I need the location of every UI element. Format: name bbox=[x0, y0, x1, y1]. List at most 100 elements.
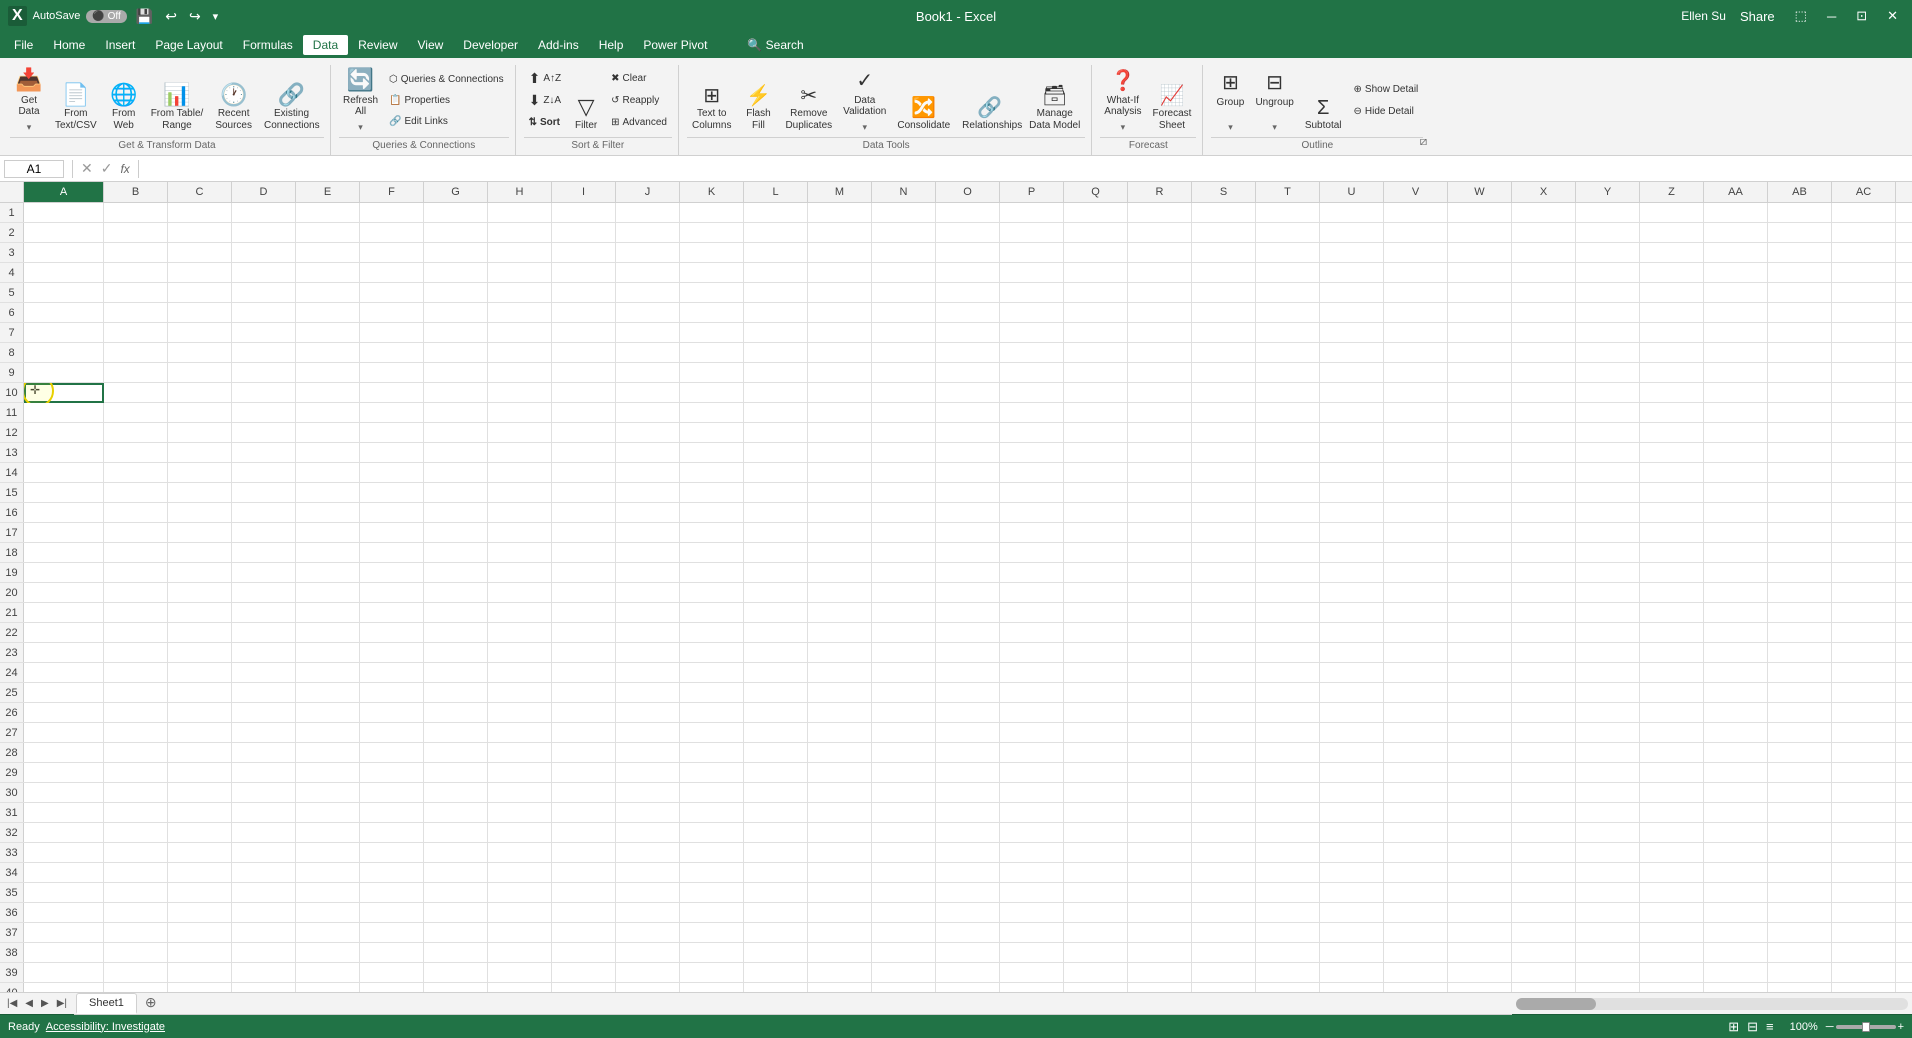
save-btn[interactable]: 💾 bbox=[133, 6, 156, 27]
cell-D5[interactable] bbox=[232, 283, 296, 303]
cell-P30[interactable] bbox=[1000, 783, 1064, 803]
cell-N37[interactable] bbox=[872, 923, 936, 943]
cell-R19[interactable] bbox=[1128, 563, 1192, 583]
cell-N17[interactable] bbox=[872, 523, 936, 543]
cell-Y39[interactable] bbox=[1576, 963, 1640, 983]
cell-J17[interactable] bbox=[616, 523, 680, 543]
cell-T15[interactable] bbox=[1256, 483, 1320, 503]
cell-A35[interactable] bbox=[24, 883, 104, 903]
cell-V16[interactable] bbox=[1384, 503, 1448, 523]
cell-M39[interactable] bbox=[808, 963, 872, 983]
cell-S14[interactable] bbox=[1192, 463, 1256, 483]
cell-AC26[interactable] bbox=[1832, 703, 1896, 723]
cell-Q12[interactable] bbox=[1064, 423, 1128, 443]
cell-V24[interactable] bbox=[1384, 663, 1448, 683]
cell-D15[interactable] bbox=[232, 483, 296, 503]
cell-A20[interactable] bbox=[24, 583, 104, 603]
cell-C39[interactable] bbox=[168, 963, 232, 983]
normal-view-icon[interactable]: ⊞ bbox=[1728, 1019, 1739, 1035]
cell-A39[interactable] bbox=[24, 963, 104, 983]
cell-AB6[interactable] bbox=[1768, 303, 1832, 323]
cell-H25[interactable] bbox=[488, 683, 552, 703]
cell-AC22[interactable] bbox=[1832, 623, 1896, 643]
cell-S15[interactable] bbox=[1192, 483, 1256, 503]
cell-U39[interactable] bbox=[1320, 963, 1384, 983]
cell-N2[interactable] bbox=[872, 223, 936, 243]
cell-N25[interactable] bbox=[872, 683, 936, 703]
cell-C36[interactable] bbox=[168, 903, 232, 923]
cell-Y6[interactable] bbox=[1576, 303, 1640, 323]
cell-J12[interactable] bbox=[616, 423, 680, 443]
cell-N40[interactable] bbox=[872, 983, 936, 992]
cell-AC40[interactable] bbox=[1832, 983, 1896, 992]
cell-E37[interactable] bbox=[296, 923, 360, 943]
cell-H2[interactable] bbox=[488, 223, 552, 243]
cell-AC5[interactable] bbox=[1832, 283, 1896, 303]
cell-G26[interactable] bbox=[424, 703, 488, 723]
col-header-Y[interactable]: Y bbox=[1576, 182, 1640, 202]
cell-S17[interactable] bbox=[1192, 523, 1256, 543]
cell-D1[interactable] bbox=[232, 203, 296, 223]
cell-M31[interactable] bbox=[808, 803, 872, 823]
cell-AB15[interactable] bbox=[1768, 483, 1832, 503]
row-number-17[interactable]: 17 bbox=[0, 523, 24, 542]
cell-AC6[interactable] bbox=[1832, 303, 1896, 323]
cell-R3[interactable] bbox=[1128, 243, 1192, 263]
cell-V31[interactable] bbox=[1384, 803, 1448, 823]
cell-T11[interactable] bbox=[1256, 403, 1320, 423]
cell-H33[interactable] bbox=[488, 843, 552, 863]
cell-D2[interactable] bbox=[232, 223, 296, 243]
menu-item-review[interactable]: Review bbox=[348, 35, 407, 55]
cell-Q27[interactable] bbox=[1064, 723, 1128, 743]
cell-AB16[interactable] bbox=[1768, 503, 1832, 523]
cell-Z11[interactable] bbox=[1640, 403, 1704, 423]
cell-P35[interactable] bbox=[1000, 883, 1064, 903]
cell-B12[interactable] bbox=[104, 423, 168, 443]
cell-AB17[interactable] bbox=[1768, 523, 1832, 543]
cell-N23[interactable] bbox=[872, 643, 936, 663]
cell-F4[interactable] bbox=[360, 263, 424, 283]
cell-M40[interactable] bbox=[808, 983, 872, 992]
cell-Q20[interactable] bbox=[1064, 583, 1128, 603]
cell-R11[interactable] bbox=[1128, 403, 1192, 423]
cell-D24[interactable] bbox=[232, 663, 296, 683]
cell-A7[interactable] bbox=[24, 323, 104, 343]
cell-T3[interactable] bbox=[1256, 243, 1320, 263]
cell-E32[interactable] bbox=[296, 823, 360, 843]
cell-A27[interactable] bbox=[24, 723, 104, 743]
cell-B8[interactable] bbox=[104, 343, 168, 363]
cell-F21[interactable] bbox=[360, 603, 424, 623]
cell-M9[interactable] bbox=[808, 363, 872, 383]
consolidate-button[interactable]: 🔀 Consolidate bbox=[892, 65, 955, 135]
cell-N10[interactable] bbox=[872, 383, 936, 403]
cell-B37[interactable] bbox=[104, 923, 168, 943]
cell-D16[interactable] bbox=[232, 503, 296, 523]
cell-Q1[interactable] bbox=[1064, 203, 1128, 223]
cell-R15[interactable] bbox=[1128, 483, 1192, 503]
cell-D23[interactable] bbox=[232, 643, 296, 663]
cell-W6[interactable] bbox=[1448, 303, 1512, 323]
cell-C11[interactable] bbox=[168, 403, 232, 423]
cell-AB19[interactable] bbox=[1768, 563, 1832, 583]
cell-T14[interactable] bbox=[1256, 463, 1320, 483]
cell-E5[interactable] bbox=[296, 283, 360, 303]
cell-A2[interactable] bbox=[24, 223, 104, 243]
cell-K28[interactable] bbox=[680, 743, 744, 763]
cell-J34[interactable] bbox=[616, 863, 680, 883]
cell-F32[interactable] bbox=[360, 823, 424, 843]
cell-AA19[interactable] bbox=[1704, 563, 1768, 583]
cell-E39[interactable] bbox=[296, 963, 360, 983]
cell-K13[interactable] bbox=[680, 443, 744, 463]
cell-E33[interactable] bbox=[296, 843, 360, 863]
cell-N12[interactable] bbox=[872, 423, 936, 443]
col-header-P[interactable]: P bbox=[1000, 182, 1064, 202]
cell-Z23[interactable] bbox=[1640, 643, 1704, 663]
cell-F33[interactable] bbox=[360, 843, 424, 863]
cell-C8[interactable] bbox=[168, 343, 232, 363]
cell-H8[interactable] bbox=[488, 343, 552, 363]
cell-E30[interactable] bbox=[296, 783, 360, 803]
cell-M25[interactable] bbox=[808, 683, 872, 703]
cell-AB14[interactable] bbox=[1768, 463, 1832, 483]
cell-H24[interactable] bbox=[488, 663, 552, 683]
cell-T33[interactable] bbox=[1256, 843, 1320, 863]
